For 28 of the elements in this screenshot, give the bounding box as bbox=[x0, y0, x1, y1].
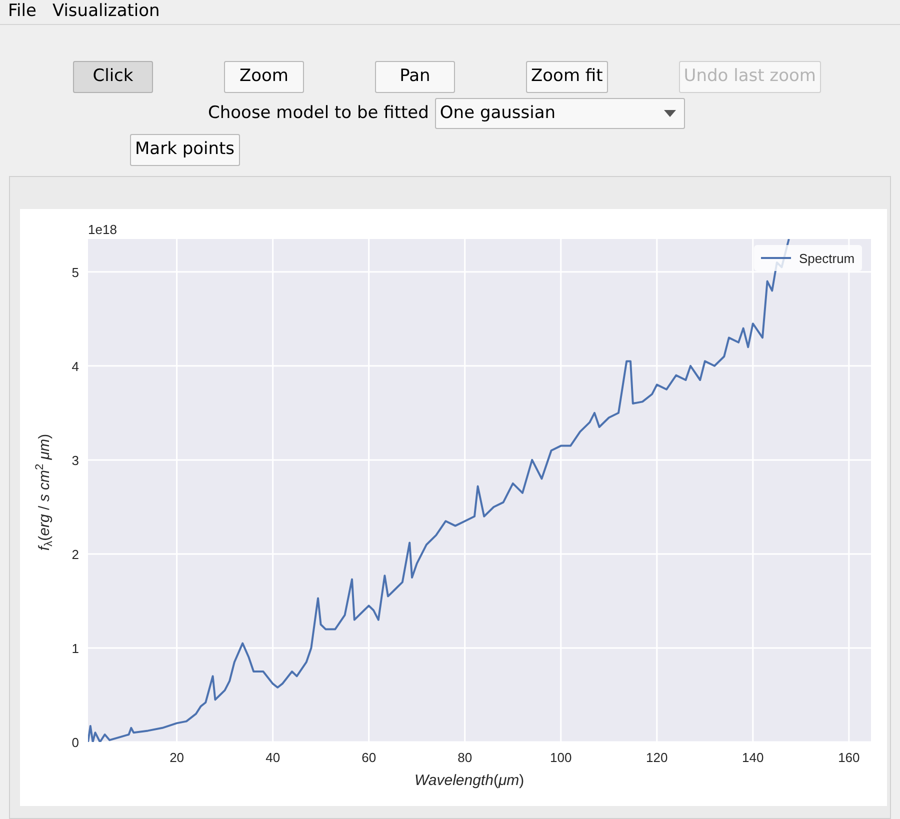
y-tick-label: 0 bbox=[72, 735, 79, 750]
y-tick-label: 3 bbox=[72, 452, 79, 468]
y-tick-label: 5 bbox=[72, 264, 79, 280]
model-dropdown[interactable]: One gaussian bbox=[434, 98, 685, 129]
model-label: Choose model to be fitted bbox=[208, 102, 429, 125]
axis-offset-label: 1e18 bbox=[88, 222, 117, 237]
toolbar-button[interactable]: Pan bbox=[375, 61, 455, 93]
x-tick-label: 60 bbox=[362, 750, 376, 765]
y-tick-label: 2 bbox=[72, 546, 79, 562]
x-tick-label: 80 bbox=[458, 750, 472, 765]
x-tick-label: 20 bbox=[170, 750, 184, 765]
toolbar-button[interactable]: Click bbox=[73, 61, 153, 93]
toolbar-button[interactable]: Zoom fit bbox=[526, 61, 608, 93]
mark-points-button[interactable]: Mark points bbox=[130, 134, 240, 166]
x-axis-label: Wavelength(μm) bbox=[414, 771, 524, 791]
caret-icon bbox=[664, 110, 676, 117]
y-tick-label: 1 bbox=[72, 640, 79, 656]
x-tick-label: 120 bbox=[646, 750, 668, 765]
legend-line-icon bbox=[761, 257, 791, 259]
x-tick-label: 40 bbox=[266, 750, 280, 765]
x-tick-label: 140 bbox=[742, 750, 764, 765]
menu-item[interactable]: File bbox=[8, 0, 36, 25]
menu-item[interactable]: Visualization bbox=[52, 0, 160, 25]
legend-label: Spectrum bbox=[799, 251, 855, 266]
y-tick-label: 4 bbox=[72, 358, 79, 374]
toolbar-button[interactable]: Zoom bbox=[224, 61, 304, 93]
x-tick-label: 160 bbox=[838, 750, 860, 765]
x-tick-label: 100 bbox=[550, 750, 572, 765]
